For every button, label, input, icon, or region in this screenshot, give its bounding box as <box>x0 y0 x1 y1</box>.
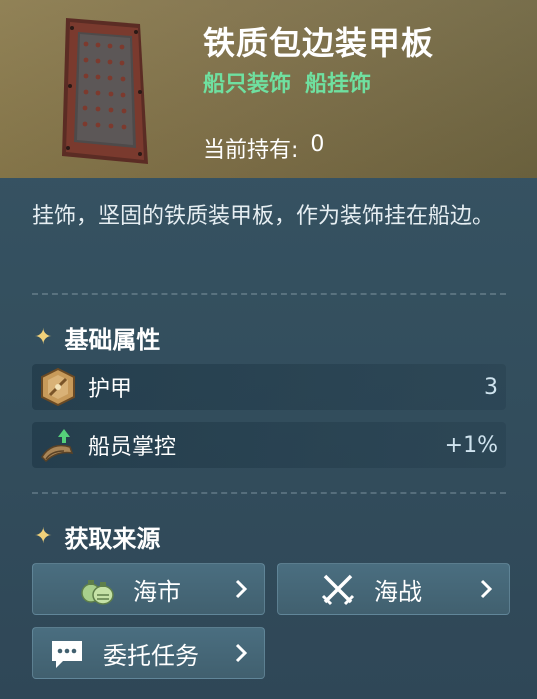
stat-row-crew-control: 船员掌控 +1% <box>32 422 506 468</box>
stat-row-armor: 护甲 3 <box>32 364 506 410</box>
sources-title: 获取来源 <box>64 525 161 553</box>
item-header: 铁质包边装甲板 船只装饰 船挂饰 当前持有: 0 <box>0 0 537 178</box>
divider <box>32 492 506 494</box>
sparkle-icon: ✦ <box>34 325 53 350</box>
sources-heading: ✦ 获取来源 <box>34 519 160 554</box>
money-bags-icon <box>81 580 114 605</box>
owned-value: 0 <box>310 132 325 157</box>
source-button-naval-battle[interactable]: 海战 <box>277 563 510 615</box>
chevron-right-icon <box>235 643 248 663</box>
item-detail-panel: 铁质包边装甲板 船只装饰 船挂饰 当前持有: 0 挂饰，坚固的铁质装甲板，作为装… <box>0 0 537 699</box>
item-tag-ship-decoration: 船只装饰 <box>203 72 292 97</box>
stat-value: +1% <box>444 432 498 458</box>
source-button-label: 海市 <box>133 577 181 606</box>
item-name: 铁质包边装甲板 <box>203 24 435 62</box>
stat-value: 3 <box>484 374 498 400</box>
item-description: 挂饰，坚固的铁质装甲板，作为装饰挂在船边。 <box>32 204 495 229</box>
divider <box>32 293 506 295</box>
stat-label: 船员掌控 <box>88 435 177 460</box>
source-button-label: 委托任务 <box>103 641 199 670</box>
stat-label: 护甲 <box>88 377 133 402</box>
armor-icon <box>41 367 75 407</box>
crew-control-icon <box>41 429 74 463</box>
owned-label: 当前持有: <box>203 138 299 163</box>
item-tags: 船只装饰 船挂饰 <box>203 66 371 98</box>
source-button-sea-market[interactable]: 海市 <box>32 563 265 615</box>
chat-bubble-icon <box>52 641 82 668</box>
item-tag-ship-hanging: 船挂饰 <box>305 72 372 97</box>
source-button-commission-quest[interactable]: 委托任务 <box>32 627 265 679</box>
armor-plate-icon <box>62 18 148 164</box>
source-button-label: 海战 <box>374 577 422 606</box>
chevron-right-icon <box>235 579 248 599</box>
owned-count: 当前持有: 0 <box>203 132 324 164</box>
sparkle-icon: ✦ <box>34 524 53 549</box>
base-attributes-title: 基础属性 <box>64 326 161 354</box>
chevron-right-icon <box>480 579 493 599</box>
base-attributes-heading: ✦ 基础属性 <box>34 320 160 355</box>
crossed-swords-icon <box>321 574 355 606</box>
